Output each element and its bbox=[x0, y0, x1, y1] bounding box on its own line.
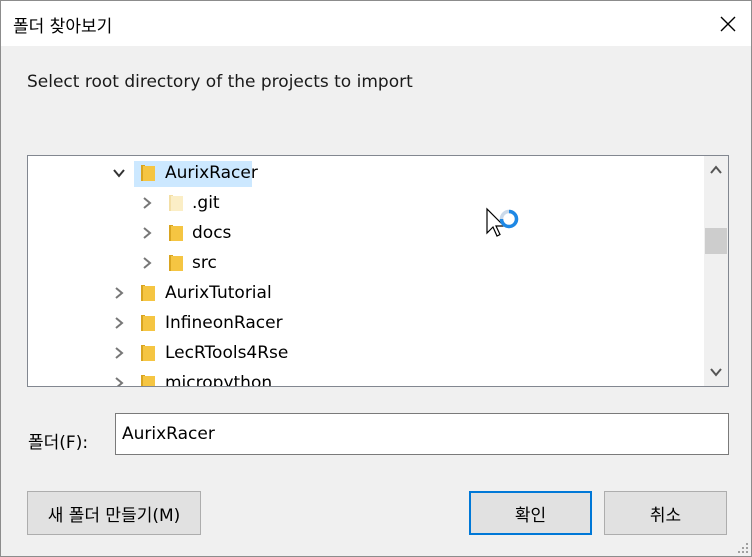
tree-item-git[interactable]: .git bbox=[28, 188, 702, 218]
resize-grip-icon[interactable] bbox=[737, 542, 749, 554]
tree-item-lecrtools4rse[interactable]: LecRTools4Rse bbox=[28, 338, 702, 368]
chevron-right-icon[interactable] bbox=[140, 196, 154, 210]
chevron-down-icon bbox=[710, 368, 722, 377]
folder-icon bbox=[141, 285, 155, 301]
folder-name-input[interactable] bbox=[115, 413, 729, 455]
scroll-thumb[interactable] bbox=[705, 228, 727, 254]
instruction-text: Select root directory of the projects to… bbox=[27, 72, 413, 92]
folder-icon bbox=[169, 255, 183, 271]
title-bar: 폴더 찾아보기 bbox=[1, 1, 751, 46]
tree-item-aurixracer[interactable]: AurixRacer bbox=[28, 158, 702, 188]
folder-icon bbox=[141, 315, 155, 331]
tree-item-label: .git bbox=[192, 193, 220, 213]
tree-item-src[interactable]: src bbox=[28, 248, 702, 278]
folder-tree[interactable]: AurixRacer .git docs src AurixTutorial I… bbox=[27, 155, 729, 387]
tree-item-label: AurixTutorial bbox=[165, 283, 272, 303]
tree-item-aurixtutorial[interactable]: AurixTutorial bbox=[28, 278, 702, 308]
chevron-down-icon[interactable] bbox=[112, 166, 126, 180]
tree-item-label: LecRTools4Rse bbox=[165, 343, 289, 363]
browse-folder-dialog: 폴더 찾아보기 Select root directory of the pro… bbox=[0, 0, 752, 557]
chevron-right-icon[interactable] bbox=[112, 376, 126, 387]
ok-button[interactable]: 확인 bbox=[469, 491, 592, 535]
dialog-title: 폴더 찾아보기 bbox=[13, 17, 113, 37]
busy-cursor-icon bbox=[486, 207, 519, 237]
close-icon bbox=[720, 16, 736, 31]
tree-item-micropython[interactable]: micropython bbox=[28, 368, 702, 387]
folder-field-label: 폴더(F): bbox=[28, 433, 89, 453]
chevron-up-icon bbox=[710, 165, 722, 174]
chevron-right-icon[interactable] bbox=[140, 226, 154, 240]
folder-icon bbox=[169, 195, 183, 211]
new-folder-button[interactable]: 새 폴더 만들기(M) bbox=[27, 491, 201, 535]
chevron-right-icon[interactable] bbox=[112, 316, 126, 330]
folder-icon bbox=[141, 375, 155, 386]
vertical-scrollbar[interactable] bbox=[704, 156, 728, 386]
chevron-right-icon[interactable] bbox=[112, 346, 126, 360]
tree-item-label: InfineonRacer bbox=[165, 313, 283, 333]
tree-item-label: src bbox=[192, 253, 217, 273]
folder-icon bbox=[169, 225, 183, 241]
cancel-button[interactable]: 취소 bbox=[604, 491, 727, 535]
tree-item-label: micropython bbox=[165, 373, 273, 387]
folder-icon bbox=[141, 165, 155, 181]
chevron-right-icon[interactable] bbox=[140, 256, 154, 270]
tree-item-infineonracer[interactable]: InfineonRacer bbox=[28, 308, 702, 338]
scroll-down-button[interactable] bbox=[704, 358, 728, 386]
tree-item-label: AurixRacer bbox=[165, 163, 258, 183]
chevron-right-icon[interactable] bbox=[112, 286, 126, 300]
scroll-up-button[interactable] bbox=[704, 156, 728, 184]
close-button[interactable] bbox=[705, 1, 751, 46]
folder-icon bbox=[141, 345, 155, 361]
tree-item-label: docs bbox=[192, 223, 232, 243]
tree-item-docs[interactable]: docs bbox=[28, 218, 702, 248]
